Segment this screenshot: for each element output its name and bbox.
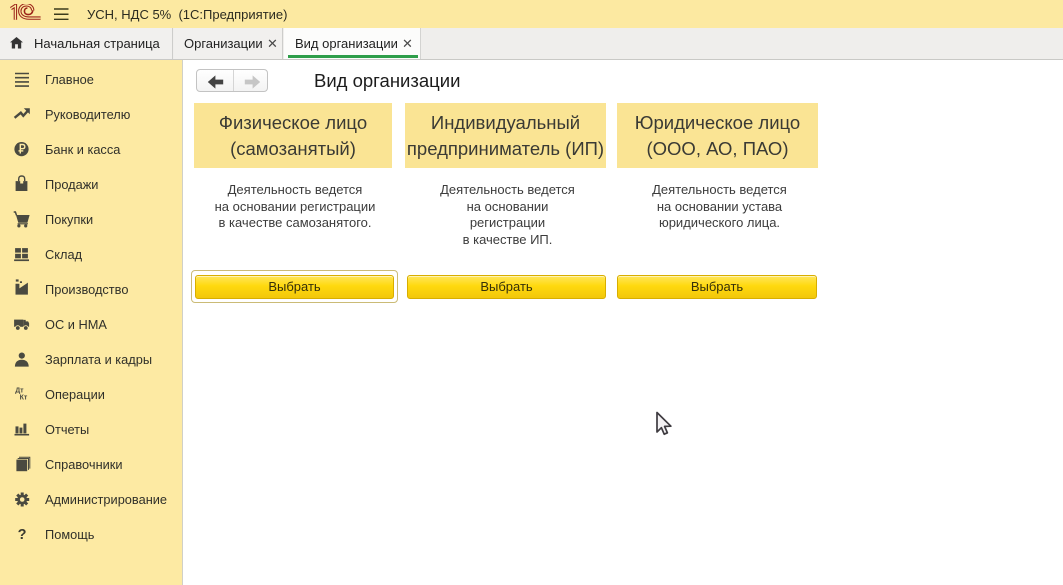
svg-text:Кт: Кт	[20, 395, 28, 402]
svg-text:?: ?	[18, 527, 27, 543]
